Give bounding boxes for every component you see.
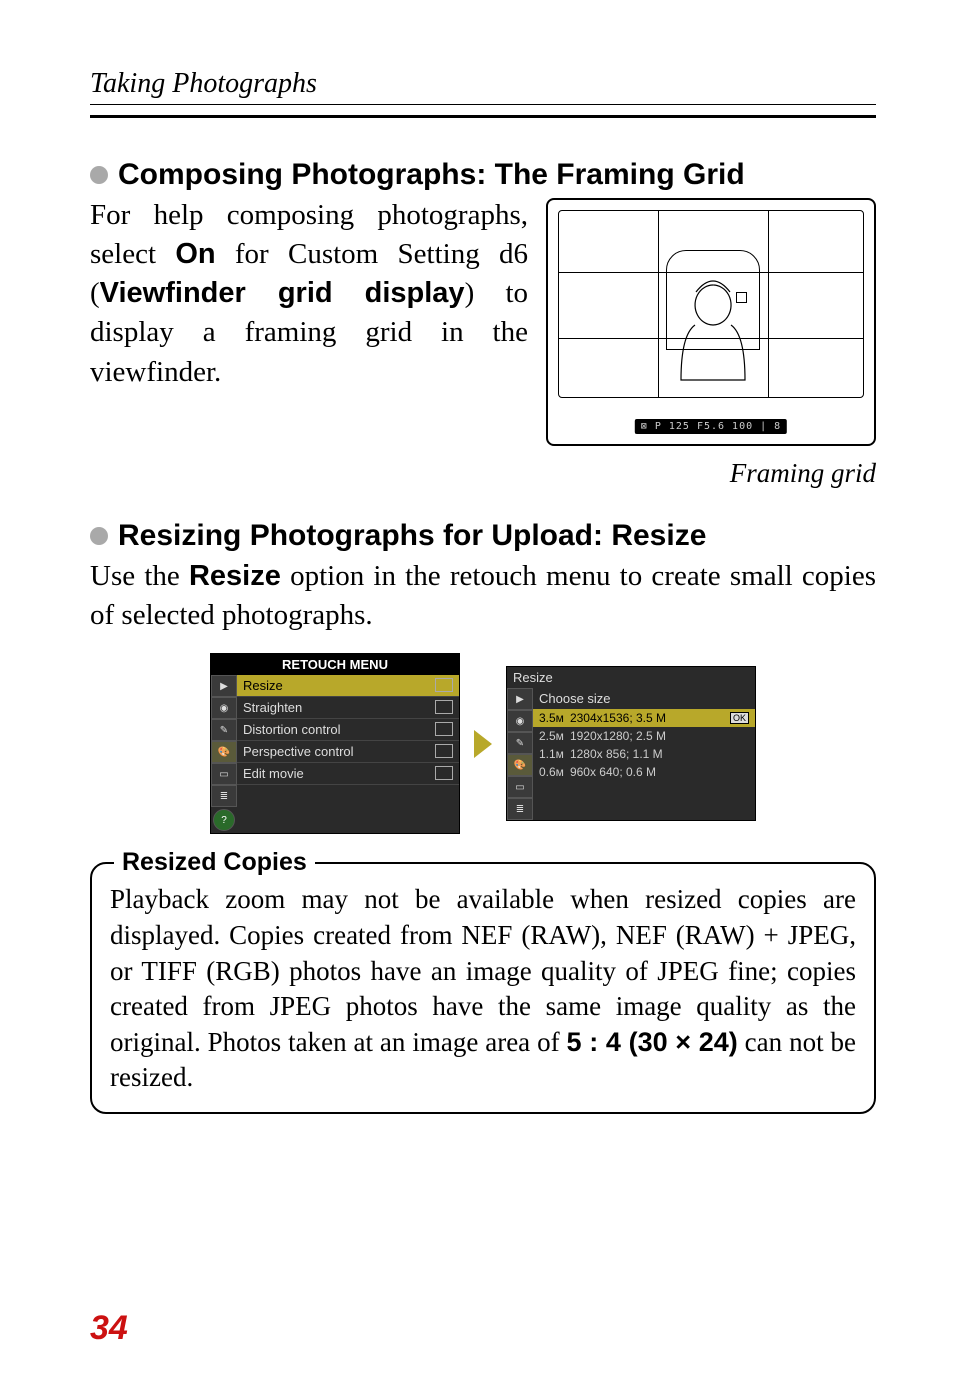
tab-setup-icon: ▭ [211, 763, 237, 785]
resize-option: 2.5ᴍ1920x1280; 2.5 M [533, 727, 755, 745]
viewfinder-info-bar: ⊠ P 125 F5.6 100 | 8 [635, 419, 787, 434]
section2-title: Resizing Photographs for Upload: Resize [118, 519, 706, 553]
tab-help-icon: ? [213, 809, 235, 831]
running-head: Taking Photographs [90, 68, 876, 118]
bullet-icon [90, 527, 108, 545]
bullet-icon [90, 166, 108, 184]
retouch-menu-items: ResizeStraightenDistortion controlPerspe… [237, 675, 459, 833]
retouch-menu-item: Resize [237, 675, 459, 697]
tab-camera-icon: ◉ [507, 710, 533, 732]
section1-title: Composing Photographs: The Framing Grid [118, 158, 745, 192]
retouch-menu-title: RETOUCH MENU [211, 654, 459, 675]
s1-setting: Viewfinder grid display [100, 277, 465, 309]
menu-tabs: ▶ ◉ ✎ 🎨 ▭ ≣ ? [211, 675, 237, 833]
retouch-menu: RETOUCH MENU ▶ ◉ ✎ 🎨 ▭ ≣ ? ResizeStraigh… [210, 653, 460, 834]
viewfinder-figure: ⊠ P 125 F5.6 100 | 8 Framing grid [546, 192, 876, 489]
resize-options: Choose size 3.5ᴍ2304x1536; 3.5 MOK2.5ᴍ19… [533, 688, 755, 820]
running-head-text: Taking Photographs [90, 68, 876, 105]
tab-pencil-icon: ✎ [211, 719, 237, 741]
resize-option: 1.1ᴍ1280x 856; 1.1 M [533, 745, 755, 763]
tab-pencil-icon: ✎ [507, 732, 533, 754]
section2: Resizing Photographs for Upload: Resize … [90, 519, 876, 834]
section1-body: For help composing photographs, select O… [90, 196, 528, 392]
tab-camera-icon: ◉ [211, 697, 237, 719]
tab-recent-icon: ≣ [211, 785, 237, 807]
callout-text: Playback zoom may not be available when … [110, 882, 856, 1096]
retouch-menu-item: Distortion control [237, 719, 459, 741]
retouch-menu-item: Perspective control [237, 741, 459, 763]
resized-copies-callout: Resized Copies Playback zoom may not be … [90, 862, 876, 1114]
retouch-menu-item: Straighten [237, 697, 459, 719]
subject-icon [666, 270, 760, 390]
tab-retouch-icon: 🎨 [507, 754, 533, 776]
retouch-menu-item: Edit movie [237, 763, 459, 785]
section1-title-row: Composing Photographs: The Framing Grid [90, 158, 876, 192]
s2-bold: Resize [189, 560, 281, 592]
tab-playback-icon: ▶ [507, 688, 533, 710]
menus-row: RETOUCH MENU ▶ ◉ ✎ 🎨 ▭ ≣ ? ResizeStraigh… [90, 653, 876, 834]
section2-title-row: Resizing Photographs for Upload: Resize [90, 519, 876, 553]
section1-body-block: For help composing photographs, select O… [90, 192, 876, 489]
s1-on: On [175, 238, 215, 270]
submenu-tabs: ▶ ◉ ✎ 🎨 ▭ ≣ [507, 688, 533, 820]
arrow-right-icon [474, 730, 492, 758]
page-number: 34 [90, 1309, 128, 1348]
co-bold: 5 : 4 (30 × 24) [567, 1027, 738, 1057]
resize-submenu-title: Resize [507, 667, 755, 688]
s2-pre: Use the [90, 560, 189, 592]
tab-retouch-icon: 🎨 [211, 741, 237, 763]
viewfinder-illustration: ⊠ P 125 F5.6 100 | 8 [546, 198, 876, 446]
section2-body: Use the Resize option in the retouch men… [90, 557, 876, 635]
resize-submenu: Resize ▶ ◉ ✎ 🎨 ▭ ≣ Choose size 3.5ᴍ2304x… [506, 666, 756, 821]
tab-playback-icon: ▶ [211, 675, 237, 697]
tab-recent-icon: ≣ [507, 798, 533, 820]
resize-option: 3.5ᴍ2304x1536; 3.5 MOK [533, 709, 755, 727]
choose-size-label: Choose size [533, 688, 755, 709]
callout-title: Resized Copies [114, 848, 315, 877]
tab-setup-icon: ▭ [507, 776, 533, 798]
figure-caption: Framing grid [546, 458, 876, 489]
resize-option: 0.6ᴍ 960x 640; 0.6 M [533, 763, 755, 781]
